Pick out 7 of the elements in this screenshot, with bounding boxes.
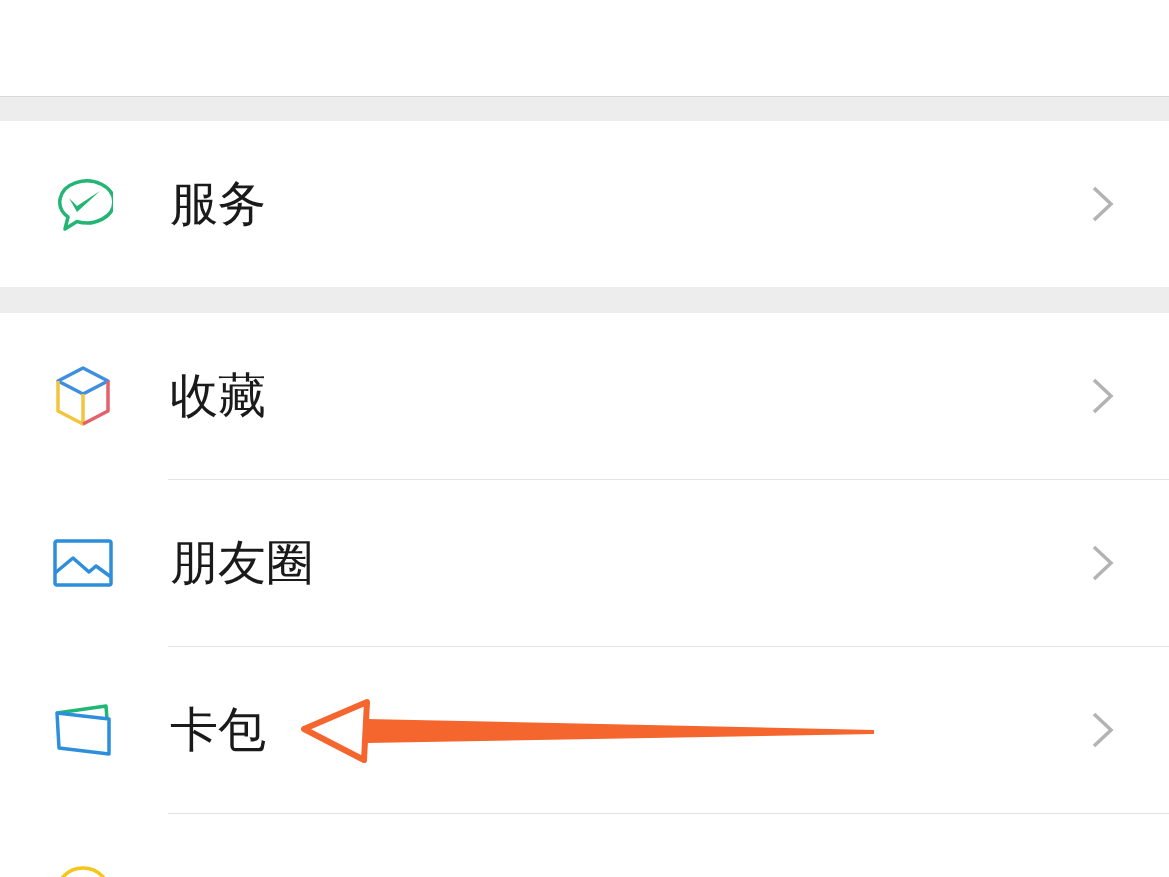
- landscape-picture-icon: [53, 539, 113, 587]
- chevron-right-icon: [1091, 377, 1115, 415]
- cube-icon: [55, 365, 111, 427]
- chevron-right-icon: [1091, 185, 1115, 223]
- chevron-right-icon: [1091, 711, 1115, 749]
- chevron-right-icon: [1091, 544, 1115, 582]
- wallet-icon: [54, 704, 112, 756]
